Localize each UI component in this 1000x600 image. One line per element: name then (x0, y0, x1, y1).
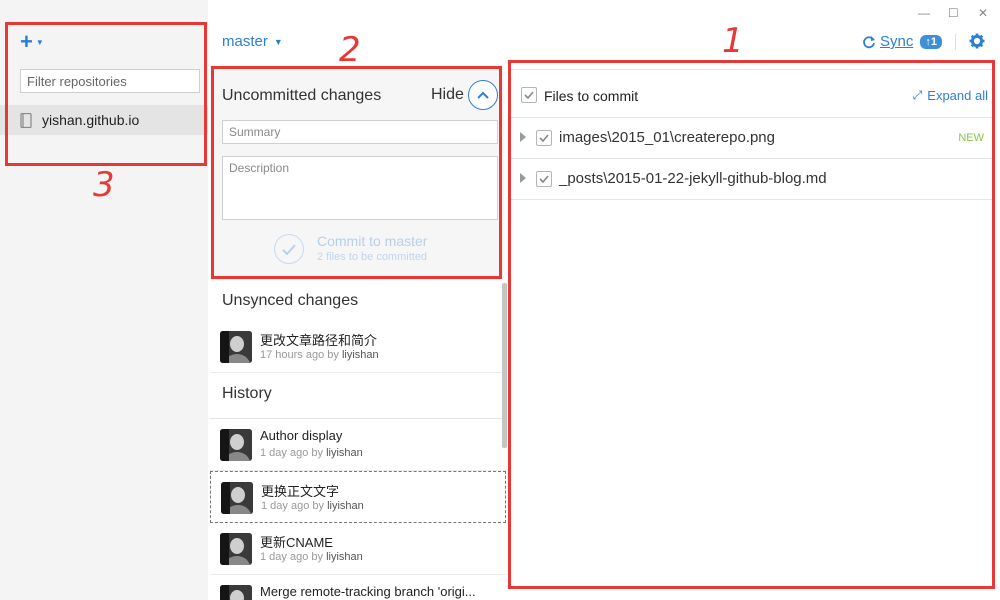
new-badge: NEW (958, 132, 984, 144)
repo-item-yishan-github-io[interactable]: yishan.github.io (0, 105, 208, 135)
history-header: History (210, 373, 506, 419)
history-commit-row[interactable]: Author display 1 day ago by liyishan (210, 419, 506, 471)
commit-label: Commit to master (317, 233, 428, 249)
check-icon (539, 134, 549, 142)
unsynced-commit-row[interactable]: 更改文章路径和简介 17 hours ago by liyishan (210, 321, 506, 373)
history-title: History (222, 385, 272, 402)
annotation-number-1: 1 (722, 21, 744, 61)
commit-meta: 1 day ago by liyishan (261, 500, 364, 512)
uncommitted-changes-panel: Uncommitted changes Hide Commit to maste… (210, 66, 504, 280)
commit-meta: 17 hours ago by liyishan (260, 349, 379, 361)
toolbar-divider (955, 34, 956, 50)
commit-message: Author display (260, 428, 343, 443)
repo-name: yishan.github.io (42, 112, 140, 128)
branch-selector[interactable]: master ▼ (222, 33, 283, 50)
file-checkbox[interactable] (536, 130, 552, 146)
file-path: _posts\2015-01-22-jekyll-github-blog.md (559, 170, 827, 187)
maximize-button[interactable]: ☐ (948, 6, 959, 20)
sync-button[interactable]: Sync ↑1 (862, 33, 942, 50)
history-commit-row[interactable]: Merge remote-tracking branch 'origi... (210, 575, 506, 600)
files-header-title: Files to commit (544, 88, 639, 104)
history-scrollbar[interactable] (502, 283, 507, 448)
history-commit-row[interactable]: 更新CNAME 1 day ago by liyishan (210, 523, 506, 575)
commit-message: 更新CNAME (260, 535, 333, 550)
description-input[interactable] (222, 156, 498, 220)
chevron-down-icon: ▼ (35, 37, 44, 47)
commit-message: 更改文章路径和简介 (260, 333, 378, 348)
chevron-down-icon: ▼ (273, 36, 283, 47)
avatar (220, 585, 252, 600)
sync-label: Sync (880, 33, 914, 50)
hide-label[interactable]: Hide (431, 86, 464, 104)
avatar (220, 429, 252, 461)
expand-triangle-icon[interactable] (520, 173, 526, 183)
files-header: Files to commit ⤢ Expand all (510, 70, 994, 118)
filter-repositories-input[interactable] (20, 69, 200, 93)
repository-sidebar: + ▼ yishan.github.io (0, 0, 208, 600)
book-icon (20, 112, 32, 128)
annotation-number-3: 3 (93, 165, 115, 205)
check-icon (539, 175, 549, 183)
expand-triangle-icon[interactable] (520, 132, 526, 142)
commit-message: Merge remote-tracking branch 'origi... (260, 584, 476, 599)
commit-meta: 1 day ago by liyishan (260, 447, 363, 459)
commit-button[interactable]: Commit to master 2 files to be committed (274, 232, 474, 266)
file-checkbox[interactable] (536, 171, 552, 187)
file-row[interactable]: _posts\2015-01-22-jekyll-github-blog.md (510, 159, 994, 200)
select-all-checkbox[interactable] (521, 87, 537, 103)
annotation-number-2: 2 (339, 30, 361, 70)
sync-count-badge: ↑1 (920, 34, 942, 49)
uncommitted-title: Uncommitted changes (222, 87, 382, 104)
gear-icon (969, 33, 985, 49)
minimize-button[interactable]: — (918, 6, 930, 20)
avatar (220, 533, 252, 565)
expand-all-label: Expand all (927, 88, 988, 103)
history-commit-row[interactable]: 更换正文文字 1 day ago by liyishan (210, 471, 506, 523)
avatar (220, 331, 252, 363)
check-icon (524, 91, 534, 99)
sync-icon (863, 35, 875, 48)
add-repository-button[interactable]: + ▼ (20, 29, 44, 54)
commit-message: 更换正文文字 (261, 484, 340, 499)
file-path: images\2015_01\createrepo.png (559, 129, 775, 146)
expand-all-button[interactable]: ⤢ Expand all (913, 88, 988, 103)
expand-icon: ⤢ (912, 88, 923, 102)
unsynced-title: Unsynced changes (222, 292, 359, 309)
commit-subtext: 2 files to be committed (317, 251, 428, 263)
summary-input[interactable] (222, 120, 498, 144)
github-desktop-window: — ☐ ✕ + ▼ yishan.github.io master ▼ Unco… (0, 0, 1000, 600)
unsynced-header: Unsynced changes (210, 280, 506, 326)
avatar (221, 482, 253, 514)
chevron-up-icon (477, 91, 489, 99)
file-row[interactable]: images\2015_01\createrepo.png NEW (510, 118, 994, 159)
check-icon (274, 234, 304, 264)
settings-button[interactable] (969, 33, 985, 54)
branch-name: master (222, 33, 268, 50)
commit-meta: 1 day ago by liyishan (260, 551, 363, 563)
collapse-button[interactable] (468, 80, 498, 110)
files-to-commit-panel: Files to commit ⤢ Expand all images\2015… (510, 69, 994, 589)
plus-icon: + (20, 29, 33, 54)
close-button[interactable]: ✕ (978, 6, 988, 20)
